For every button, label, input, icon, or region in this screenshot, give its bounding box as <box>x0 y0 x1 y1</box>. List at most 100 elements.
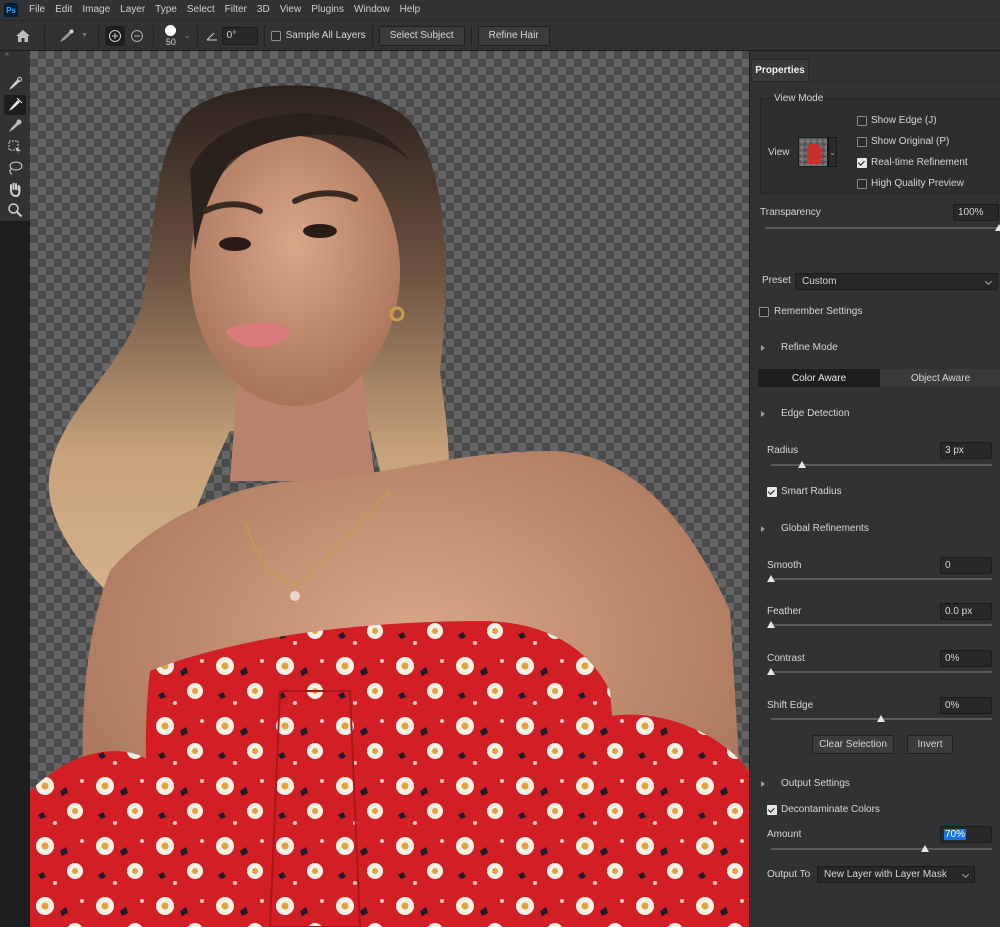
view-mode-thumbnail[interactable] <box>798 137 828 167</box>
global-refinements-heading[interactable]: Global Refinements <box>781 523 869 534</box>
edge-detection-collapse-icon[interactable] <box>761 411 765 417</box>
output-settings-collapse-icon[interactable] <box>761 781 765 787</box>
shift-edge-label: Shift Edge <box>767 700 814 711</box>
collapse-toolbox-icon[interactable]: » <box>0 51 30 61</box>
menu-select[interactable]: Select <box>182 0 220 20</box>
brush-icon[interactable] <box>4 116 26 136</box>
menu-3d[interactable]: 3D <box>252 0 275 20</box>
decontaminate-colors-label: Decontaminate Colors <box>781 804 880 815</box>
smooth-slider[interactable] <box>771 578 992 580</box>
brush-size-picker[interactable]: 50 <box>160 22 182 50</box>
brush-size-value: 50 <box>165 36 176 47</box>
smooth-slider-thumb[interactable] <box>767 575 775 582</box>
select-subject-button[interactable]: Select Subject <box>378 25 465 46</box>
smart-radius-checkbox[interactable] <box>767 487 777 497</box>
realtime-refinement-checkbox[interactable] <box>857 158 867 168</box>
separator <box>97 24 99 47</box>
show-original-checkbox[interactable] <box>857 137 867 147</box>
show-edge-checkbox[interactable] <box>857 116 867 126</box>
clear-selection-button[interactable]: Clear Selection <box>812 735 894 754</box>
menu-edit[interactable]: Edit <box>50 0 77 20</box>
edge-detection-heading[interactable]: Edge Detection <box>781 408 849 419</box>
show-original-label: Show Original (P) <box>871 136 950 147</box>
menu-plugins[interactable]: Plugins <box>306 0 349 20</box>
thumbnail-subject-icon <box>807 144 821 164</box>
high-quality-preview-label: High Quality Preview <box>871 178 964 189</box>
quick-selection-icon[interactable] <box>4 74 26 94</box>
shift-edge-slider-thumb[interactable] <box>877 715 885 722</box>
brush-preview-icon <box>165 24 177 36</box>
refine-mode-collapse-icon[interactable] <box>761 345 765 351</box>
transparency-slider-thumb[interactable] <box>995 224 1000 231</box>
radius-field[interactable]: 3 px <box>940 442 992 459</box>
contrast-label: Contrast <box>767 653 805 664</box>
document-canvas[interactable] <box>30 51 749 927</box>
global-refinements-collapse-icon[interactable] <box>761 526 765 532</box>
subtract-from-selection-icon[interactable] <box>127 26 147 46</box>
add-to-selection-icon[interactable] <box>104 25 125 46</box>
current-tool-icon[interactable] <box>51 28 81 44</box>
photoshop-logo: Ps <box>4 3 18 17</box>
smooth-field[interactable]: 0 <box>940 557 992 574</box>
transparency-slider[interactable] <box>765 227 999 229</box>
view-mode-heading: View Mode <box>774 93 824 104</box>
amount-value-selected: 70% <box>944 829 967 840</box>
radius-label: Radius <box>767 445 799 456</box>
separator <box>196 24 198 47</box>
object-aware-button[interactable]: Object Aware <box>880 369 1000 387</box>
radius-slider-thumb[interactable] <box>798 461 806 468</box>
properties-panel: Properties View Mode View ⌄ Show Edge (J… <box>749 51 1000 927</box>
menu-view[interactable]: View <box>275 0 307 20</box>
sample-all-layers-label: Sample All Layers <box>285 30 366 41</box>
zoom-icon[interactable] <box>4 200 26 220</box>
output-to-dropdown[interactable]: New Layer with Layer Mask <box>817 866 975 883</box>
menu-filter[interactable]: Filter <box>220 0 252 20</box>
angle-field[interactable]: 0° <box>221 26 258 45</box>
shift-edge-field[interactable]: 0% <box>940 697 992 714</box>
invert-button[interactable]: Invert <box>907 735 953 754</box>
smooth-label: Smooth <box>767 560 802 571</box>
properties-tab[interactable]: Properties <box>751 59 809 81</box>
object-selection-icon[interactable] <box>4 137 26 157</box>
feather-label: Feather <box>767 606 802 617</box>
refine-mode-heading[interactable]: Refine Mode <box>781 342 838 353</box>
color-aware-button[interactable]: Color Aware <box>758 369 880 387</box>
amount-slider[interactable] <box>771 848 992 850</box>
amount-slider-thumb[interactable] <box>921 845 929 852</box>
feather-slider-thumb[interactable] <box>767 621 775 628</box>
contrast-slider-thumb[interactable] <box>767 668 775 675</box>
menu-file[interactable]: File <box>24 0 50 20</box>
menu-help[interactable]: Help <box>395 0 426 20</box>
hand-icon[interactable] <box>4 179 26 199</box>
menu-image[interactable]: Image <box>77 0 115 20</box>
remember-settings-checkbox[interactable] <box>759 307 769 317</box>
high-quality-preview-checkbox[interactable] <box>857 179 867 189</box>
menu-type[interactable]: Type <box>150 0 182 20</box>
tool-dropdown-icon[interactable]: ▼ <box>81 32 88 39</box>
amount-field[interactable]: 70% <box>940 826 992 843</box>
output-to-label: Output To <box>767 869 811 880</box>
smart-radius-label: Smart Radius <box>781 486 842 497</box>
separator <box>470 24 472 47</box>
sample-all-layers-checkbox[interactable] <box>270 30 281 41</box>
decontaminate-colors-checkbox[interactable] <box>767 805 777 815</box>
menu-window[interactable]: Window <box>349 0 395 20</box>
brush-dropdown-icon[interactable]: ⌄ <box>184 31 191 40</box>
show-edge-label: Show Edge (J) <box>871 115 937 126</box>
output-settings-heading[interactable]: Output Settings <box>781 778 850 789</box>
menu-layer[interactable]: Layer <box>115 0 150 20</box>
lasso-icon[interactable] <box>4 158 26 178</box>
home-icon[interactable] <box>8 24 38 48</box>
separator <box>152 24 154 47</box>
view-mode-dropdown-icon[interactable]: ⌄ <box>828 137 837 167</box>
refine-edge-brush-icon[interactable] <box>4 95 26 115</box>
transparency-field[interactable]: 100% <box>953 204 999 221</box>
refine-hair-button[interactable]: Refine Hair <box>477 25 550 46</box>
separator <box>371 24 373 47</box>
contrast-field[interactable]: 0% <box>940 650 992 667</box>
preset-dropdown[interactable]: Custom <box>795 273 998 290</box>
feather-slider[interactable] <box>771 624 992 626</box>
feather-field[interactable]: 0.0 px <box>940 603 992 620</box>
options-bar: ▼ 50 ⌄ 0° Sample All Layers Select Subje… <box>0 20 1000 51</box>
contrast-slider[interactable] <box>771 671 992 673</box>
